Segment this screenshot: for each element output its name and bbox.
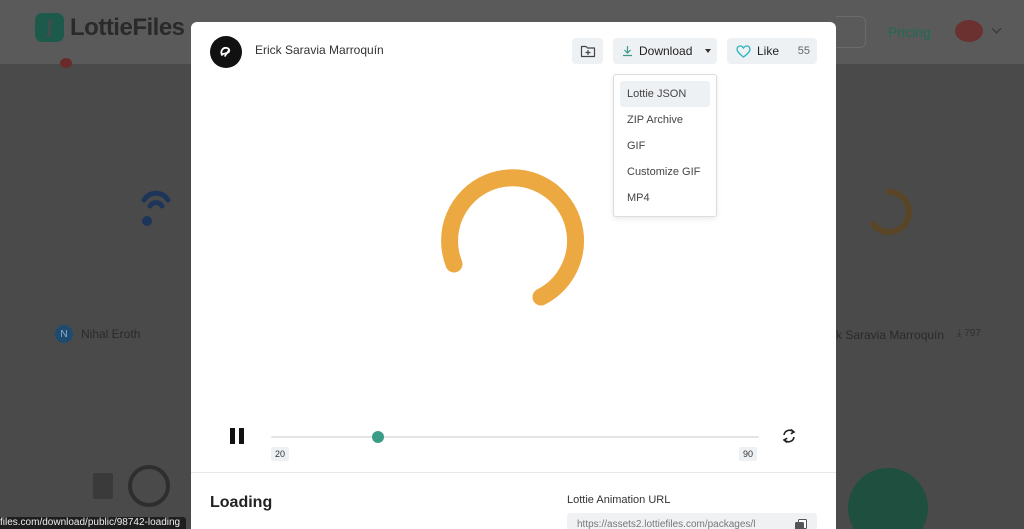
author-name: Nihal Eroth [81,327,141,341]
author-name[interactable]: Erick Saravia Marroquín [255,43,384,57]
frame-end-label: 90 [739,447,758,461]
search-button[interactable] [836,16,866,48]
download-icon [623,46,632,57]
card-author-left[interactable]: N Nihal Eroth [55,325,140,343]
wifi-animation-thumbnail[interactable] [138,186,172,226]
logo-icon: ʃ [35,13,64,42]
spinner-animation-thumbnail[interactable] [865,188,913,236]
save-to-folder-button[interactable] [572,38,603,64]
animation-preview-modal: Erick Saravia Marroquín Download Like 55… [191,22,836,529]
download-button[interactable]: Download [613,38,717,64]
user-avatar[interactable] [955,20,983,42]
like-label: Like [757,44,780,58]
status-bar-url: files.com/download/public/98742-loading [0,517,187,529]
lottiefiles-logo[interactable]: ʃ LottieFiles [35,13,185,42]
document-thumbnail[interactable] [93,473,113,499]
animation-url-label: Lottie Animation URL [567,494,671,506]
frame-start-label: 20 [271,447,290,461]
player-controls: 20 90 [191,420,836,470]
search-animation-thumbnail[interactable] [128,465,170,507]
caret-down-icon [705,49,712,53]
author-logo-icon [220,46,231,57]
pause-icon-bar [230,428,235,444]
pause-button[interactable] [229,428,245,444]
folder-plus-icon [580,45,595,58]
download-icon: ⤓ [957,328,962,339]
animation-thumbnail[interactable] [848,468,928,529]
heart-icon [736,44,751,58]
download-count-value: 797 [964,328,981,339]
author-avatar[interactable] [210,36,242,68]
animation-preview-stage [191,78,836,418]
seek-track[interactable] [271,436,759,438]
pricing-link[interactable]: Pricing [888,24,931,40]
author-avatar: N [55,325,73,343]
loop-icon[interactable] [781,427,797,445]
section-divider [191,472,836,473]
download-count: ⤓ 797 [957,328,981,339]
author-name: k Saravia Marroquín [836,328,945,342]
animation-title: Loading [210,494,273,511]
pause-icon-bar [239,428,244,444]
animation-url-field[interactable]: https://assets2.lottiefiles.com/packages… [567,513,817,529]
logo-text: LottieFiles [70,13,185,41]
loading-spinner-animation [441,169,585,306]
download-label: Download [639,44,693,58]
card-author-right[interactable]: k Saravia Marroquín [836,328,944,342]
background-card-decoration [60,58,72,68]
like-button[interactable]: Like 55 [727,38,817,64]
copy-icon[interactable] [795,519,807,529]
modal-header: Erick Saravia Marroquín Download Like 55… [191,22,836,217]
like-count: 55 [797,45,810,57]
seek-handle[interactable] [372,431,385,443]
